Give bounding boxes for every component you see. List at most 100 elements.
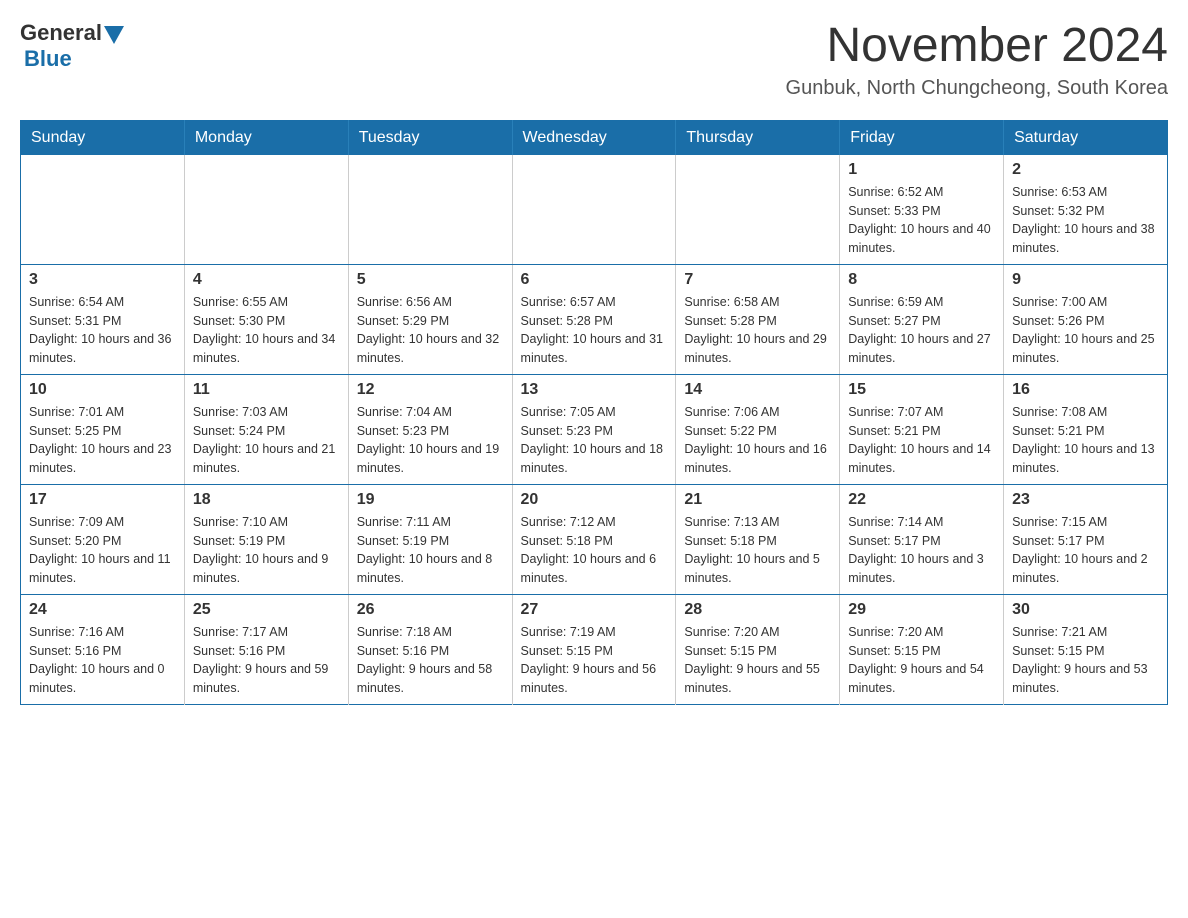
day-number: 22 xyxy=(848,491,995,509)
day-info: Sunrise: 7:13 AM Sunset: 5:18 PM Dayligh… xyxy=(684,513,831,588)
day-number: 7 xyxy=(684,271,831,289)
day-info: Sunrise: 7:04 AM Sunset: 5:23 PM Dayligh… xyxy=(357,403,504,478)
day-info: Sunrise: 7:05 AM Sunset: 5:23 PM Dayligh… xyxy=(521,403,668,478)
day-info: Sunrise: 6:57 AM Sunset: 5:28 PM Dayligh… xyxy=(521,293,668,368)
day-number: 9 xyxy=(1012,271,1159,289)
day-number: 15 xyxy=(848,381,995,399)
day-info: Sunrise: 7:21 AM Sunset: 5:15 PM Dayligh… xyxy=(1012,623,1159,698)
calendar-cell: 10 Sunrise: 7:01 AM Sunset: 5:25 PM Dayli… xyxy=(21,374,185,484)
calendar-cell: 20Sunrise: 7:12 AM Sunset: 5:18 PM Dayli… xyxy=(512,484,676,594)
calendar-cell: 11Sunrise: 7:03 AM Sunset: 5:24 PM Dayli… xyxy=(184,374,348,484)
day-number: 4 xyxy=(193,271,340,289)
calendar-cell: 26 Sunrise: 7:18 AM Sunset: 5:16 PM Dayli… xyxy=(348,594,512,704)
calendar-week-row: 3 Sunrise: 6:54 AM Sunset: 5:31 PM Daylig… xyxy=(21,264,1168,374)
calendar-cell: 1 Sunrise: 6:52 AM Sunset: 5:33 PM Daylig… xyxy=(840,155,1004,265)
day-number: 1 xyxy=(848,161,995,179)
calendar-cell: 22 Sunrise: 7:14 AM Sunset: 5:17 PM Dayli… xyxy=(840,484,1004,594)
day-info: Sunrise: 7:08 AM Sunset: 5:21 PM Dayligh… xyxy=(1012,403,1159,478)
calendar-cell xyxy=(676,155,840,265)
logo: General Blue xyxy=(20,20,124,72)
page-header: General Blue November 2024 Gunbuk, North… xyxy=(20,20,1168,100)
weekday-header-thursday: Thursday xyxy=(676,120,840,155)
logo-general-text: General xyxy=(20,20,102,46)
calendar-cell: 4 Sunrise: 6:55 AM Sunset: 5:30 PM Daylig… xyxy=(184,264,348,374)
day-number: 14 xyxy=(684,381,831,399)
weekday-header-sunday: Sunday xyxy=(21,120,185,155)
day-number: 25 xyxy=(193,601,340,619)
calendar-cell: 29 Sunrise: 7:20 AM Sunset: 5:15 PM Dayli… xyxy=(840,594,1004,704)
calendar-cell: 16 Sunrise: 7:08 AM Sunset: 5:21 PM Dayli… xyxy=(1004,374,1168,484)
calendar-cell: 28 Sunrise: 7:20 AM Sunset: 5:15 PM Dayli… xyxy=(676,594,840,704)
calendar-week-row: 17 Sunrise: 7:09 AM Sunset: 5:20 PM Dayli… xyxy=(21,484,1168,594)
day-info: Sunrise: 7:03 AM Sunset: 5:24 PM Dayligh… xyxy=(193,403,340,478)
day-info: Sunrise: 7:12 AM Sunset: 5:18 PM Dayligh… xyxy=(521,513,668,588)
day-info: Sunrise: 7:14 AM Sunset: 5:17 PM Dayligh… xyxy=(848,513,995,588)
day-number: 21 xyxy=(684,491,831,509)
day-number: 28 xyxy=(684,601,831,619)
day-info: Sunrise: 7:19 AM Sunset: 5:15 PM Dayligh… xyxy=(521,623,668,698)
calendar-cell: 3 Sunrise: 6:54 AM Sunset: 5:31 PM Daylig… xyxy=(21,264,185,374)
weekday-header-saturday: Saturday xyxy=(1004,120,1168,155)
day-info: Sunrise: 6:58 AM Sunset: 5:28 PM Dayligh… xyxy=(684,293,831,368)
calendar-header-row: SundayMondayTuesdayWednesdayThursdayFrid… xyxy=(21,120,1168,155)
calendar-cell: 18 Sunrise: 7:10 AM Sunset: 5:19 PM Dayli… xyxy=(184,484,348,594)
day-number: 16 xyxy=(1012,381,1159,399)
calendar-cell: 12 Sunrise: 7:04 AM Sunset: 5:23 PM Dayli… xyxy=(348,374,512,484)
day-info: Sunrise: 7:11 AM Sunset: 5:19 PM Dayligh… xyxy=(357,513,504,588)
location-title: Gunbuk, North Chungcheong, South Korea xyxy=(786,77,1168,100)
day-info: Sunrise: 7:07 AM Sunset: 5:21 PM Dayligh… xyxy=(848,403,995,478)
calendar-cell: 7 Sunrise: 6:58 AM Sunset: 5:28 PM Daylig… xyxy=(676,264,840,374)
calendar-cell: 24 Sunrise: 7:16 AM Sunset: 5:16 PM Dayli… xyxy=(21,594,185,704)
day-info: Sunrise: 6:55 AM Sunset: 5:30 PM Dayligh… xyxy=(193,293,340,368)
day-info: Sunrise: 7:01 AM Sunset: 5:25 PM Dayligh… xyxy=(29,403,176,478)
day-number: 26 xyxy=(357,601,504,619)
day-info: Sunrise: 7:10 AM Sunset: 5:19 PM Dayligh… xyxy=(193,513,340,588)
day-number: 17 xyxy=(29,491,176,509)
calendar-table: SundayMondayTuesdayWednesdayThursdayFrid… xyxy=(20,120,1168,705)
logo-arrow-icon xyxy=(104,26,124,44)
calendar-week-row: 24 Sunrise: 7:16 AM Sunset: 5:16 PM Dayli… xyxy=(21,594,1168,704)
day-info: Sunrise: 7:15 AM Sunset: 5:17 PM Dayligh… xyxy=(1012,513,1159,588)
day-info: Sunrise: 7:17 AM Sunset: 5:16 PM Dayligh… xyxy=(193,623,340,698)
day-number: 10 xyxy=(29,381,176,399)
calendar-cell: 25 Sunrise: 7:17 AM Sunset: 5:16 PM Dayli… xyxy=(184,594,348,704)
day-info: Sunrise: 7:00 AM Sunset: 5:26 PM Dayligh… xyxy=(1012,293,1159,368)
day-number: 18 xyxy=(193,491,340,509)
day-info: Sunrise: 7:09 AM Sunset: 5:20 PM Dayligh… xyxy=(29,513,176,588)
calendar-cell: 27 Sunrise: 7:19 AM Sunset: 5:15 PM Dayli… xyxy=(512,594,676,704)
calendar-cell xyxy=(512,155,676,265)
title-block: November 2024 Gunbuk, North Chungcheong,… xyxy=(786,20,1168,100)
calendar-cell: 2 Sunrise: 6:53 AM Sunset: 5:32 PM Daylig… xyxy=(1004,155,1168,265)
calendar-cell: 19 Sunrise: 7:11 AM Sunset: 5:19 PM Dayli… xyxy=(348,484,512,594)
day-number: 5 xyxy=(357,271,504,289)
day-info: Sunrise: 7:18 AM Sunset: 5:16 PM Dayligh… xyxy=(357,623,504,698)
day-number: 27 xyxy=(521,601,668,619)
calendar-cell xyxy=(184,155,348,265)
day-number: 24 xyxy=(29,601,176,619)
day-number: 29 xyxy=(848,601,995,619)
calendar-cell: 21 Sunrise: 7:13 AM Sunset: 5:18 PM Dayli… xyxy=(676,484,840,594)
day-info: Sunrise: 7:16 AM Sunset: 5:16 PM Dayligh… xyxy=(29,623,176,698)
day-info: Sunrise: 6:59 AM Sunset: 5:27 PM Dayligh… xyxy=(848,293,995,368)
day-number: 19 xyxy=(357,491,504,509)
day-number: 13 xyxy=(521,381,668,399)
calendar-cell: 5 Sunrise: 6:56 AM Sunset: 5:29 PM Daylig… xyxy=(348,264,512,374)
day-number: 6 xyxy=(521,271,668,289)
day-number: 2 xyxy=(1012,161,1159,179)
day-number: 30 xyxy=(1012,601,1159,619)
day-number: 3 xyxy=(29,271,176,289)
calendar-cell: 8Sunrise: 6:59 AM Sunset: 5:27 PM Daylig… xyxy=(840,264,1004,374)
day-info: Sunrise: 6:53 AM Sunset: 5:32 PM Dayligh… xyxy=(1012,183,1159,258)
weekday-header-friday: Friday xyxy=(840,120,1004,155)
day-info: Sunrise: 6:54 AM Sunset: 5:31 PM Dayligh… xyxy=(29,293,176,368)
calendar-cell: 13 Sunrise: 7:05 AM Sunset: 5:23 PM Dayli… xyxy=(512,374,676,484)
calendar-cell xyxy=(348,155,512,265)
day-info: Sunrise: 6:52 AM Sunset: 5:33 PM Dayligh… xyxy=(848,183,995,258)
day-info: Sunrise: 6:56 AM Sunset: 5:29 PM Dayligh… xyxy=(357,293,504,368)
calendar-week-row: 1 Sunrise: 6:52 AM Sunset: 5:33 PM Daylig… xyxy=(21,155,1168,265)
day-number: 12 xyxy=(357,381,504,399)
logo-blue-text: Blue xyxy=(24,46,72,72)
calendar-cell: 17 Sunrise: 7:09 AM Sunset: 5:20 PM Dayli… xyxy=(21,484,185,594)
day-info: Sunrise: 7:20 AM Sunset: 5:15 PM Dayligh… xyxy=(848,623,995,698)
day-info: Sunrise: 7:20 AM Sunset: 5:15 PM Dayligh… xyxy=(684,623,831,698)
